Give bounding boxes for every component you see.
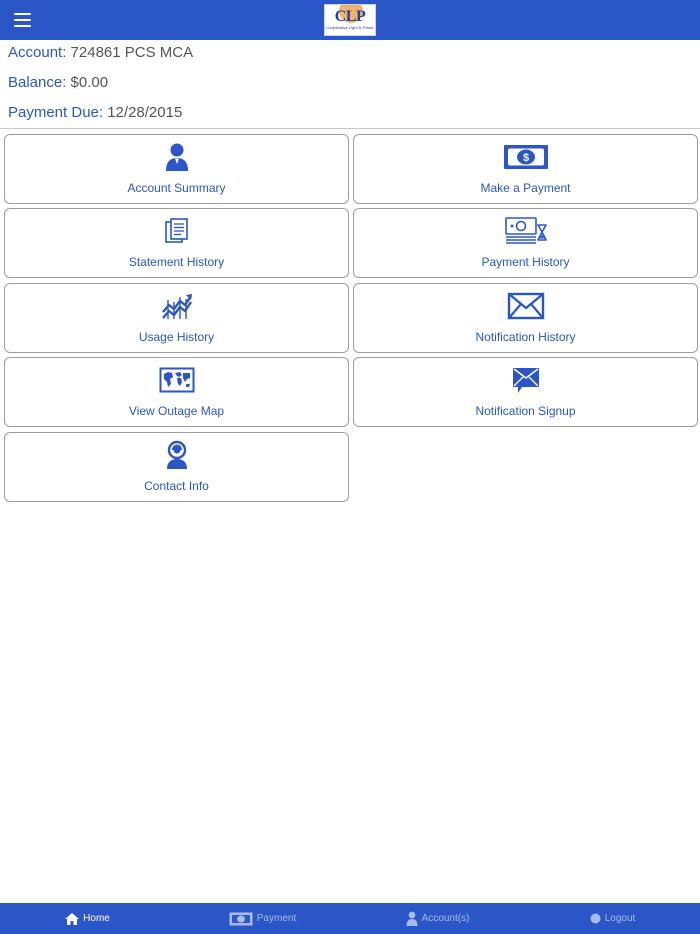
- tile-label: Statement History: [128, 255, 225, 269]
- payment-due-label: Payment Due:: [8, 104, 104, 121]
- tile-label: Contact Info: [144, 479, 209, 493]
- tile-label: Account Summary: [127, 181, 226, 195]
- person-icon: [406, 911, 418, 926]
- balance-label: Balance:: [8, 74, 67, 91]
- nav-payment[interactable]: Payment: [175, 903, 350, 934]
- view-outage-map-button[interactable]: View Outage Map: [4, 357, 349, 427]
- nav-logout[interactable]: Logout: [525, 903, 700, 934]
- tile-label: Make a Payment: [480, 181, 571, 195]
- nav-accounts[interactable]: Account(s): [350, 903, 525, 934]
- account-label: Account:: [8, 44, 67, 61]
- trend-chart-icon: [153, 291, 201, 321]
- tile-label: Notification Signup: [475, 404, 576, 418]
- clp-logo: CLP Cooperative Light & Power: [324, 4, 376, 36]
- logo-mark: CLP: [334, 8, 366, 25]
- payment-history-button[interactable]: Payment History: [353, 208, 698, 278]
- documents-icon: [153, 216, 201, 246]
- bottom-nav: Home Payment Account(s) Logout: [0, 903, 700, 934]
- tile-label: Notification History: [475, 330, 576, 344]
- balance-value: $0.00: [70, 74, 109, 91]
- nav-payment-label: Payment: [256, 913, 297, 924]
- tile-label: Payment History: [481, 255, 570, 269]
- logout-icon: [590, 913, 601, 924]
- usage-history-button[interactable]: Usage History: [4, 283, 349, 353]
- balance-row: Balance: $0.00: [8, 73, 108, 93]
- nav-logout-label: Logout: [604, 913, 636, 924]
- top-bar: CLP Cooperative Light & Power: [0, 0, 700, 40]
- contact-info-button[interactable]: Contact Info: [4, 432, 349, 502]
- dollar-bill-icon: [229, 912, 253, 925]
- payment-due-row: Payment Due: 12/28/2015: [8, 103, 182, 123]
- notification-history-button[interactable]: Notification History: [353, 283, 698, 353]
- envelope-icon: [502, 291, 550, 321]
- notification-signup-button[interactable]: Notification Signup: [353, 357, 698, 427]
- person-icon: [153, 142, 201, 172]
- message-envelope-icon: [502, 365, 550, 395]
- logo-tagline: Cooperative Light & Power: [326, 25, 374, 30]
- money-stack-icon: [502, 216, 550, 246]
- account-info: Account: 724861 PCS MCA Balance: $0.00 P…: [0, 40, 700, 129]
- svg-text:$: $: [522, 152, 528, 164]
- nav-accounts-label: Account(s): [421, 913, 470, 924]
- world-map-icon: [153, 365, 201, 395]
- nav-home-label: Home: [83, 913, 110, 924]
- nav-home[interactable]: Home: [0, 903, 175, 934]
- contact-person-icon: [153, 440, 201, 470]
- account-summary-button[interactable]: Account Summary: [4, 134, 349, 204]
- account-value: 724861 PCS MCA: [70, 44, 194, 61]
- tile-label: View Outage Map: [128, 404, 225, 418]
- account-row: Account: 724861 PCS MCA: [8, 43, 193, 63]
- dollar-bill-icon: $: [502, 142, 550, 172]
- tile-label: Usage History: [138, 330, 215, 344]
- payment-due-value: 12/28/2015: [107, 104, 183, 121]
- statement-history-button[interactable]: Statement History: [4, 208, 349, 278]
- make-a-payment-button[interactable]: $ Make a Payment: [353, 134, 698, 204]
- home-icon: [65, 912, 80, 925]
- hamburger-icon[interactable]: [14, 13, 31, 27]
